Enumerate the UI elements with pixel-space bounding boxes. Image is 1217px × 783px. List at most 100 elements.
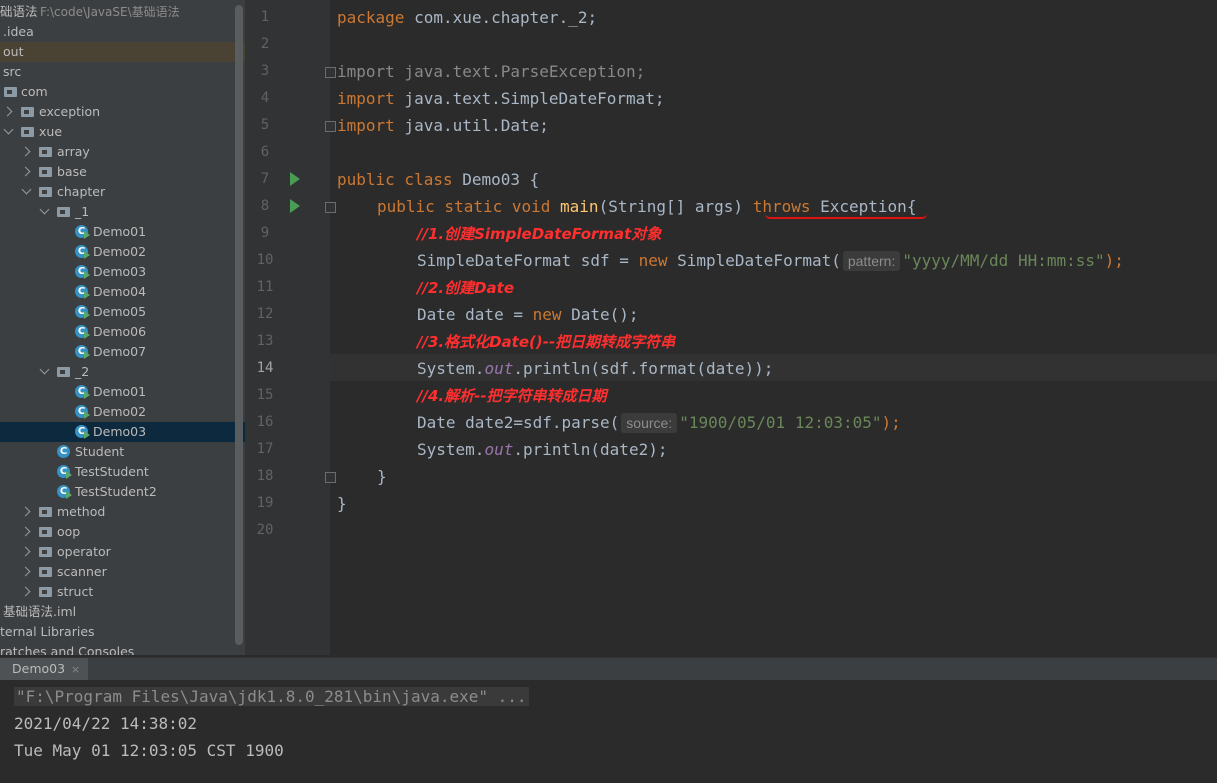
tree-item-demo06[interactable]: C Demo06: [0, 322, 245, 342]
line-number-current: 14: [256, 360, 274, 376]
code-line-13[interactable]: //3.格式化Date()--把日期转成字符串: [417, 328, 675, 355]
tree-item-label: array: [57, 144, 90, 159]
code-line-9[interactable]: //1.创建SimpleDateFormat对象: [417, 220, 661, 247]
tree-item-iml[interactable]: 基础语法.iml: [0, 602, 245, 622]
code-token: Date date2=sdf.parse(: [417, 413, 620, 432]
run-tab-demo03[interactable]: Demo03 ×: [0, 658, 89, 680]
fold-icon[interactable]: [325, 202, 336, 213]
line-number: 12: [256, 306, 274, 322]
code-token: Demo03 {: [452, 170, 540, 189]
tree-item-demo01[interactable]: C Demo01: [0, 222, 245, 242]
tree-item-operator[interactable]: operator: [0, 542, 245, 562]
code-line-5[interactable]: import java.util.Date;: [337, 112, 549, 139]
tree-item-_1[interactable]: _1: [0, 202, 245, 222]
chevron-right-icon[interactable]: [20, 506, 31, 517]
code-comment: //1.创建SimpleDateFormat对象: [417, 225, 662, 243]
tree-item-exception[interactable]: exception: [0, 102, 245, 122]
tree-item-chapter[interactable]: chapter: [0, 182, 245, 202]
package-icon: [21, 127, 34, 137]
tree-item-label: chapter: [57, 184, 106, 199]
tree-item-method[interactable]: method: [0, 502, 245, 522]
code-line-1[interactable]: package com.xue.chapter._2;: [337, 4, 597, 31]
tree-item-idea[interactable]: .idea: [0, 22, 245, 42]
class-icon: C: [75, 405, 90, 419]
tree-item-label: struct: [57, 584, 94, 599]
tree-item-_2[interactable]: _2: [0, 362, 245, 382]
chevron-right-icon[interactable]: [20, 166, 31, 177]
code-line-7[interactable]: public class Demo03 {: [337, 166, 539, 193]
tree-item-base[interactable]: base: [0, 162, 245, 182]
line-number: 6: [260, 144, 270, 160]
tree-item-oop[interactable]: oop: [0, 522, 245, 542]
run-main-icon[interactable]: [290, 199, 300, 213]
tree-item-demo07[interactable]: C Demo07: [0, 342, 245, 362]
tree-item-demo02[interactable]: C Demo02: [0, 402, 245, 422]
tree-item-out[interactable]: out: [0, 42, 245, 62]
code-token: com.xue.chapter._2;: [404, 8, 598, 27]
tree-item-label: Demo07: [93, 344, 147, 359]
tree-item-external-libraries[interactable]: ternal Libraries: [0, 622, 245, 642]
code-token: System.: [417, 359, 485, 378]
chevron-right-icon[interactable]: [2, 106, 13, 117]
tree-item-demo03-selected[interactable]: C Demo03: [0, 422, 245, 442]
class-icon: C: [75, 325, 90, 339]
tree-item-com[interactable]: com: [0, 82, 245, 102]
tree-item-demo05[interactable]: C Demo05: [0, 302, 245, 322]
code-string: "1900/05/01 12:03:05": [679, 413, 882, 432]
project-root[interactable]: 础语法 F:\code\JavaSE\基础语法: [0, 2, 245, 22]
fold-icon[interactable]: [325, 121, 336, 132]
tree-item-demo01[interactable]: C Demo01: [0, 382, 245, 402]
run-tab-label: Demo03: [12, 661, 66, 676]
chevron-down-icon[interactable]: [3, 124, 14, 135]
tree-item-src[interactable]: src: [0, 62, 245, 82]
code-line-17[interactable]: System.out.println(date2);: [417, 436, 667, 463]
line-number: 20: [256, 522, 274, 538]
code-token: java.util.Date;: [394, 116, 549, 135]
tree-item-struct[interactable]: struct: [0, 582, 245, 602]
project-scrollbar[interactable]: [235, 5, 243, 645]
code-line-12[interactable]: Date date = new Date();: [417, 301, 639, 328]
code-line-16[interactable]: Date date2=sdf.parse(source: "1900/05/01 …: [417, 409, 901, 436]
code-line-14[interactable]: System.out.println(sdf.format(date));: [417, 355, 773, 382]
close-icon[interactable]: ×: [71, 663, 80, 676]
code-line-10[interactable]: SimpleDateFormat sdf = new SimpleDateFor…: [417, 247, 1124, 274]
tree-item-label: method: [57, 504, 106, 519]
tree-item-demo02[interactable]: C Demo02: [0, 242, 245, 262]
code-line-4[interactable]: import java.text.SimpleDateFormat;: [337, 85, 665, 112]
tree-item-student[interactable]: C Student: [0, 442, 245, 462]
chevron-down-icon[interactable]: [21, 184, 32, 195]
tree-item-demo03[interactable]: C Demo03: [0, 262, 245, 282]
project-root-path: F:\code\JavaSE\基础语法: [40, 5, 180, 19]
tree-item-xue[interactable]: xue: [0, 122, 245, 142]
package-icon: [39, 167, 52, 177]
tree-item-teststudent[interactable]: C TestStudent: [0, 462, 245, 482]
tree-item-scanner[interactable]: scanner: [0, 562, 245, 582]
tree-item-label: oop: [57, 524, 81, 539]
chevron-right-icon[interactable]: [20, 566, 31, 577]
line-number: 4: [260, 90, 270, 106]
run-console[interactable]: "F:\Program Files\Java\jdk1.8.0_281\bin\…: [0, 680, 1217, 783]
code-token: Date date =: [417, 305, 533, 324]
code-line-15[interactable]: //4.解析--把字符串转成日期: [417, 382, 607, 409]
class-icon: C: [75, 265, 90, 279]
code-line-18[interactable]: }: [377, 463, 387, 490]
code-line-3[interactable]: import java.text.ParseException;: [337, 58, 645, 85]
chevron-right-icon[interactable]: [20, 526, 31, 537]
chevron-right-icon[interactable]: [20, 146, 31, 157]
tree-item-demo04[interactable]: C Demo04: [0, 282, 245, 302]
chevron-down-icon[interactable]: [39, 364, 50, 375]
code-token: import: [337, 116, 395, 135]
package-icon: [21, 107, 34, 117]
chevron-right-icon[interactable]: [20, 546, 31, 557]
code-line-19[interactable]: }: [337, 490, 347, 517]
code-line-11[interactable]: //2.创建Date: [417, 274, 514, 301]
tree-item-scratches[interactable]: ratches and Consoles: [0, 642, 245, 655]
tree-item-teststudent2[interactable]: C TestStudent2: [0, 482, 245, 502]
fold-icon[interactable]: [325, 472, 336, 483]
chevron-right-icon[interactable]: [20, 586, 31, 597]
tree-item-array[interactable]: array: [0, 142, 245, 162]
chevron-down-icon[interactable]: [39, 204, 50, 215]
run-class-icon[interactable]: [290, 172, 300, 186]
tree-item-label: 基础语法.iml: [3, 604, 77, 619]
fold-icon[interactable]: [325, 67, 336, 78]
